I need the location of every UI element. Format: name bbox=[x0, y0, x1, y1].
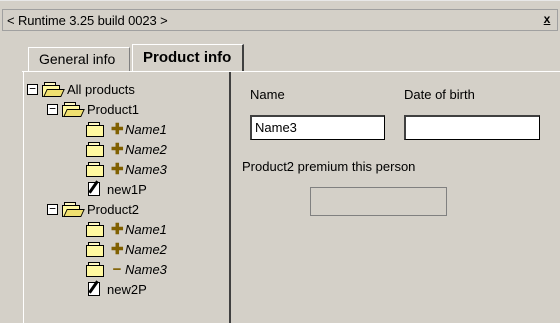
tree-node-p1-name2[interactable]: ✚ Name2 bbox=[86, 139, 167, 159]
folder-icon bbox=[86, 221, 108, 237]
premium-label: Product2 premium this person bbox=[242, 159, 416, 174]
folder-icon bbox=[86, 121, 108, 137]
tree-node-label: Name2 bbox=[125, 241, 167, 257]
date-of-birth-field[interactable] bbox=[404, 115, 540, 140]
tree-node-p2-name3[interactable]: − Name3 bbox=[86, 259, 167, 279]
date-of-birth-label: Date of birth bbox=[404, 87, 475, 102]
tree-node-product2[interactable]: − Product2 bbox=[47, 199, 139, 219]
plus-icon: ✚ bbox=[111, 241, 124, 258]
name-label: Name bbox=[250, 87, 285, 102]
tree-node-p2-name2[interactable]: ✚ Name2 bbox=[86, 239, 167, 259]
tree-node-label: Product2 bbox=[87, 201, 140, 217]
tree-node-label: Name1 bbox=[125, 121, 167, 137]
tree-node-all-products[interactable]: − All products bbox=[27, 79, 135, 99]
tree-node-label: Name2 bbox=[125, 141, 167, 157]
minus-icon: − bbox=[112, 260, 122, 278]
tree-node-p1-name3[interactable]: ✚ Name3 bbox=[86, 159, 167, 179]
collapse-icon[interactable]: − bbox=[27, 83, 38, 95]
tree-node-label: Name3 bbox=[125, 261, 167, 277]
folder-icon bbox=[86, 241, 108, 257]
edit-document-icon bbox=[87, 180, 103, 197]
tree-node-label: new2P bbox=[107, 281, 147, 297]
plus-icon: ✚ bbox=[111, 141, 124, 158]
name-field[interactable]: Name3 bbox=[250, 115, 385, 140]
title-bar: < Runtime 3.25 build 0023 > x bbox=[2, 9, 558, 31]
tree-node-product1[interactable]: − Product1 bbox=[47, 99, 139, 119]
tree-node-label: Name3 bbox=[125, 161, 167, 177]
plus-icon: ✚ bbox=[111, 221, 124, 238]
tree-node-label: new1P bbox=[107, 181, 147, 197]
tab-general-info[interactable]: General info bbox=[28, 47, 130, 71]
open-folder-icon bbox=[62, 101, 85, 117]
tree-node-p1-name1[interactable]: ✚ Name1 bbox=[86, 119, 167, 139]
open-folder-icon bbox=[62, 201, 85, 217]
collapse-icon[interactable]: − bbox=[47, 103, 58, 115]
window-title: < Runtime 3.25 build 0023 > bbox=[7, 13, 168, 28]
folder-icon bbox=[86, 261, 108, 277]
tree-node-new2p[interactable]: new2P bbox=[87, 279, 147, 299]
tree-node-label: Name1 bbox=[125, 221, 167, 237]
premium-field bbox=[310, 187, 447, 216]
folder-icon bbox=[86, 141, 108, 157]
plus-icon: ✚ bbox=[111, 121, 124, 138]
tree-node-new1p[interactable]: new1P bbox=[87, 179, 147, 199]
edit-document-icon bbox=[87, 280, 103, 297]
close-icon[interactable]: x bbox=[541, 13, 553, 27]
tree-node-p2-name1[interactable]: ✚ Name1 bbox=[86, 219, 167, 239]
product-window: < Runtime 3.25 build 0023 > x General in… bbox=[0, 0, 560, 323]
plus-icon: ✚ bbox=[111, 161, 124, 178]
product-tree[interactable]: − All products − Product1 ✚ Name1 ✚ Name… bbox=[23, 72, 231, 323]
tree-node-label: All products bbox=[67, 81, 135, 97]
tab-product-info[interactable]: Product info bbox=[132, 44, 244, 71]
folder-icon bbox=[86, 161, 108, 177]
open-folder-icon bbox=[42, 81, 65, 97]
collapse-icon[interactable]: − bbox=[47, 203, 58, 215]
tree-node-label: Product1 bbox=[87, 101, 140, 117]
